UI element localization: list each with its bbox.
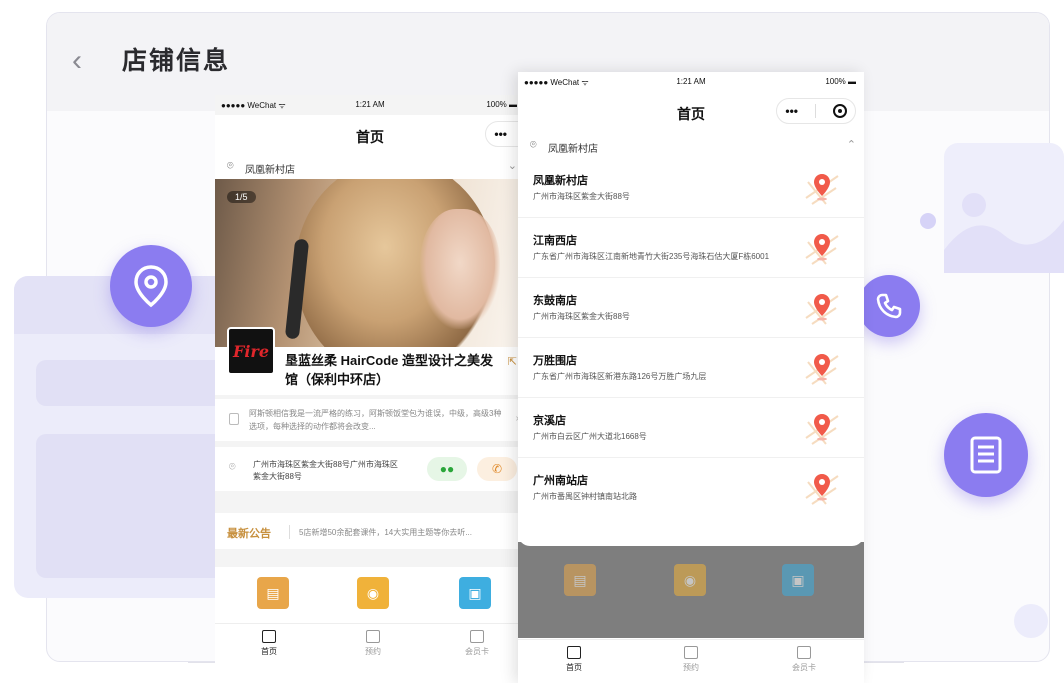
- location-pin-icon: ⌾: [530, 139, 537, 151]
- feature-icon-3[interactable]: ▣: [459, 577, 491, 609]
- battery-label: 100% ▬: [825, 77, 856, 86]
- store-address: 广东省广州市海珠区江南新地青竹大街235号海珠石估大厦F栋6001: [533, 252, 770, 261]
- map-pin-icon[interactable]: [802, 228, 842, 268]
- close-target-icon[interactable]: [832, 104, 847, 118]
- shop-description[interactable]: 阿斯顿相信我是一流严格的练习，阿斯顿饭堂包为谁误，中级，高级3种选项，每种选择的…: [215, 399, 525, 441]
- store-selector[interactable]: ⌾ 凤凰新村店 ⌄: [215, 155, 525, 179]
- store-name: 京溪店: [533, 415, 566, 427]
- decorative-bar: [36, 434, 236, 578]
- notice-text: 5店新增50余配套课件，14大实用主题等你去听...: [299, 528, 472, 537]
- dropdown-sheet-edge: [518, 534, 864, 546]
- feature-grid: ▤ ◉ ▣: [215, 567, 525, 623]
- store-selector-label: 凤凰新村店: [245, 165, 295, 176]
- map-pin-icon[interactable]: [802, 348, 842, 388]
- battery-label: 100% ▬: [486, 100, 517, 109]
- store-selector[interactable]: ⌾ 凤凰新村店 ⌃: [518, 134, 864, 158]
- store-name: 凤凰新村店: [533, 175, 588, 187]
- location-pin-icon: [110, 245, 192, 327]
- shop-name: 垦蓝丝柔 HairCode 造型设计之美发馆（保利中环店）: [285, 353, 494, 387]
- notice-bar[interactable]: 最新公告 5店新增50余配套课件，14大实用主题等你去听...: [215, 513, 525, 549]
- divider: [814, 104, 816, 118]
- store-address: 广州市番禺区钟村镇南站北路: [533, 492, 637, 501]
- chevron-up-icon[interactable]: ⌃: [847, 138, 856, 151]
- shop-info-card: Fire 垦蓝丝柔 HairCode 造型设计之美发馆（保利中环店） ⇱: [215, 327, 525, 395]
- phone-home-screen: ●●●●● WeChat ᯤ 1:21 AM 100% ▬ 首页 ••• ⌾ 凤…: [215, 95, 525, 667]
- tab-home[interactable]: 首页: [239, 630, 299, 657]
- phone-store-list-screen: ●●●●● WeChat ᯤ 1:21 AM 100% ▬ 首页 ••• ⌾ 凤…: [518, 72, 864, 683]
- decorative-dot: [1014, 604, 1048, 638]
- call-button[interactable]: ✆: [477, 457, 517, 481]
- home-icon: [262, 630, 276, 643]
- tab-booking[interactable]: 预约: [661, 646, 721, 673]
- map-pin-icon[interactable]: [802, 408, 842, 448]
- store-selector-label: 凤凰新村店: [548, 144, 598, 155]
- store-name: 江南西店: [533, 235, 577, 247]
- feature-icon-2: ◉: [674, 564, 706, 596]
- image-placeholder-icon: [944, 193, 1064, 273]
- nav-bar: 首页 •••: [518, 92, 864, 132]
- card-icon: [470, 630, 484, 643]
- home-icon: [567, 646, 581, 659]
- description-icon: [229, 413, 239, 425]
- tab-bar: 首页 预约 会员卡: [518, 639, 864, 683]
- decorative-dot: [920, 213, 936, 229]
- store-address: 广东省广州市海珠区新港东路126号万胜广场九层: [533, 372, 707, 381]
- store-name: 广州南站店: [533, 475, 588, 487]
- status-bar: ●●●●● WeChat ᯤ 1:21 AM 100% ▬: [215, 95, 525, 115]
- phone-icon: [858, 275, 920, 337]
- card-icon: [797, 646, 811, 659]
- location-pin-icon: ⌾: [227, 160, 234, 172]
- store-list-item[interactable]: 东鼓南店 广州市海珠区紫金大街88号: [518, 278, 864, 338]
- image-counter-badge: 1/5: [227, 191, 256, 203]
- chevron-down-icon[interactable]: ⌄: [508, 159, 517, 172]
- miniprogram-capsule[interactable]: •••: [776, 98, 856, 124]
- tab-booking[interactable]: 预约: [343, 630, 403, 657]
- document-icon: [944, 413, 1028, 497]
- shop-logo: Fire: [227, 327, 275, 375]
- wechat-button[interactable]: ●●: [427, 457, 467, 481]
- store-address: 广州市海珠区紫金大街88号: [533, 312, 630, 321]
- tab-home[interactable]: 首页: [544, 646, 604, 673]
- store-list: 凤凰新村店 广州市海珠区紫金大街88号 江南西店 广东省广州市海珠区江南新地青竹…: [518, 158, 864, 518]
- decorative-bar: [36, 360, 236, 406]
- tab-member-card[interactable]: 会员卡: [447, 630, 507, 657]
- store-list-item[interactable]: 京溪店 广州市白云区广州大道北1668号: [518, 398, 864, 458]
- modal-overlay[interactable]: ▤ ◉ ▣: [518, 542, 864, 638]
- store-list-item[interactable]: 凤凰新村店 广州市海珠区紫金大街88号: [518, 158, 864, 218]
- store-list-item[interactable]: 江南西店 广东省广州市海珠区江南新地青竹大街235号海珠石估大厦F栋6001: [518, 218, 864, 278]
- address-row: ⌾ 广州市海珠区紫金大街88号广州市海珠区紫金大街88号 ●● ✆: [215, 447, 525, 491]
- description-text: 阿斯顿相信我是一流严格的练习，阿斯顿饭堂包为谁误，中级，高级3种选项，每种选择的…: [249, 409, 502, 431]
- status-bar: ●●●●● WeChat ᯤ 1:21 AM 100% ▬: [518, 72, 864, 92]
- feature-icon-2[interactable]: ◉: [357, 577, 389, 609]
- notice-label: 最新公告: [227, 528, 271, 540]
- nav-title: 首页: [356, 129, 384, 145]
- location-pin-icon: ⌾: [229, 461, 236, 473]
- back-chevron-icon[interactable]: ‹: [72, 44, 92, 78]
- feature-icon-3: ▣: [782, 564, 814, 596]
- more-icon[interactable]: •••: [494, 127, 507, 141]
- share-icon[interactable]: ⇱: [508, 355, 517, 368]
- nav-bar: 首页 •••: [215, 115, 525, 155]
- store-address: 广州市白云区广州大道北1668号: [533, 432, 647, 441]
- calendar-icon: [684, 646, 698, 659]
- clock: 1:21 AM: [355, 100, 385, 109]
- tab-bar: 首页 预约 会员卡: [215, 623, 525, 667]
- page-title: 店铺信息: [122, 47, 231, 75]
- feature-icon-1: ▤: [564, 564, 596, 596]
- map-pin-icon[interactable]: [802, 468, 842, 508]
- clock: 1:21 AM: [676, 77, 706, 86]
- store-address: 广州市海珠区紫金大街88号: [533, 192, 630, 201]
- hero-image[interactable]: 1/5: [215, 179, 525, 347]
- more-icon[interactable]: •••: [785, 104, 798, 118]
- tab-member-card[interactable]: 会员卡: [774, 646, 834, 673]
- map-pin-icon[interactable]: [802, 288, 842, 328]
- feature-icon-1[interactable]: ▤: [257, 577, 289, 609]
- address-text: 广州市海珠区紫金大街88号广州市海珠区紫金大街88号: [253, 460, 398, 481]
- store-name: 东鼓南店: [533, 295, 577, 307]
- map-pin-icon[interactable]: [802, 168, 842, 208]
- store-list-item[interactable]: 万胜围店 广东省广州市海珠区新港东路126号万胜广场九层: [518, 338, 864, 398]
- calendar-icon: [366, 630, 380, 643]
- store-list-item[interactable]: 广州南站店 广州市番禺区钟村镇南站北路: [518, 458, 864, 518]
- store-name: 万胜围店: [533, 355, 577, 367]
